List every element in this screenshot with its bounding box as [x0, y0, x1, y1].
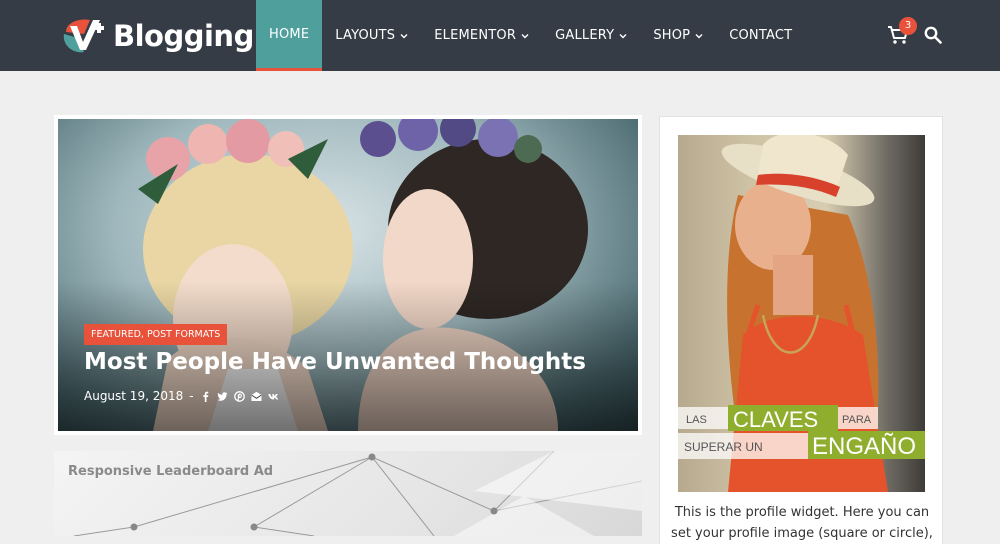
- nav-label-layouts: LAYOUTS: [335, 28, 396, 43]
- category-badge[interactable]: FEATURED, POST FORMATS: [84, 324, 228, 345]
- profile-image[interactable]: LAS CLAVES PARA SUPERAR UN ENGAÑO: [678, 135, 925, 492]
- meta-separator: -: [189, 389, 194, 403]
- pinterest-icon[interactable]: [233, 390, 245, 402]
- poster-word-para: PARA: [842, 414, 872, 426]
- chevron-down-icon: [619, 33, 627, 38]
- nav-label-contact: CONTACT: [729, 28, 793, 43]
- nav-item-layouts[interactable]: LAYOUTS: [322, 0, 421, 71]
- ad-label: Responsive Leaderboard Ad: [68, 464, 274, 479]
- search-icon[interactable]: [924, 26, 942, 44]
- post-date: August 19, 2018: [84, 389, 184, 403]
- chevron-down-icon: [521, 33, 529, 38]
- nav-label-gallery: GALLERY: [555, 28, 615, 43]
- site-header: Blogging HOME LAYOUTS ELEMENTOR GALLERY …: [0, 0, 1000, 71]
- profile-widget: LAS CLAVES PARA SUPERAR UN ENGAÑO This i…: [659, 116, 943, 544]
- post-title[interactable]: Most People Have Unwanted Thoughts: [84, 349, 586, 375]
- nav-item-shop[interactable]: SHOP: [640, 0, 716, 71]
- chevron-down-icon: [400, 33, 408, 38]
- vk-icon[interactable]: [267, 391, 279, 402]
- nav-item-home[interactable]: HOME: [256, 0, 323, 71]
- nav-item-elementor[interactable]: ELEMENTOR: [421, 0, 542, 71]
- nav-label-elementor: ELEMENTOR: [434, 28, 517, 43]
- poster-word-engano: ENGAÑO: [812, 433, 916, 460]
- cart-count-badge: 3: [899, 17, 917, 35]
- site-logo[interactable]: Blogging: [60, 14, 254, 58]
- featured-post[interactable]: FEATURED, POST FORMATS Most People Have …: [54, 115, 642, 435]
- twitter-icon[interactable]: [216, 391, 228, 402]
- logo-mark-icon: [63, 19, 104, 53]
- featured-post-image[interactable]: FEATURED, POST FORMATS Most People Have …: [58, 119, 638, 431]
- email-icon[interactable]: [251, 391, 262, 402]
- nav-item-gallery[interactable]: GALLERY: [542, 0, 640, 71]
- logo-text: Blogging: [113, 19, 254, 53]
- poster-word-superar: SUPERAR UN: [684, 440, 763, 454]
- nav-label-home: HOME: [269, 26, 310, 42]
- poster-text-band: LAS CLAVES PARA SUPERAR UN ENGAÑO: [678, 405, 925, 460]
- nav-label-shop: SHOP: [653, 28, 691, 43]
- leaderboard-ad[interactable]: Responsive Leaderboard Ad: [54, 451, 642, 536]
- chevron-down-icon: [695, 33, 703, 38]
- poster-word-claves: CLAVES: [733, 407, 818, 432]
- main-nav: HOME LAYOUTS ELEMENTOR GALLERY SHOP CONT…: [256, 0, 805, 71]
- nav-item-contact[interactable]: CONTACT: [716, 0, 805, 71]
- post-meta: August 19, 2018 -: [84, 389, 279, 403]
- profile-description: This is the profile widget. Here you can…: [671, 505, 933, 541]
- facebook-icon[interactable]: [200, 391, 211, 402]
- poster-word-las: LAS: [686, 414, 707, 426]
